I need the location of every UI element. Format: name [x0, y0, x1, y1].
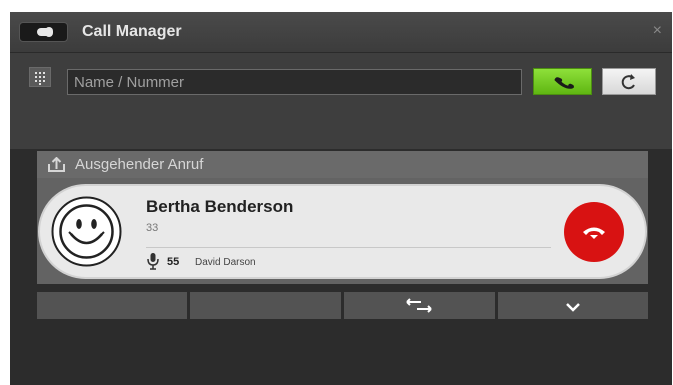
transfer-button[interactable]: [344, 292, 495, 319]
phone-call-icon: [554, 77, 575, 89]
toolbar-spacer: [10, 101, 672, 149]
chevron-down-icon: [566, 303, 580, 312]
window-title: Call Manager: [82, 23, 182, 40]
caller-number: 33: [146, 222, 159, 234]
transfer-icon: [406, 298, 432, 313]
search-bar: [10, 53, 672, 101]
search-input[interactable]: [67, 69, 522, 95]
title-bar: Call Manager ×: [10, 12, 672, 53]
more-options-button[interactable]: [498, 292, 648, 319]
microphone-icon: [147, 253, 159, 270]
outgoing-call-icon: [48, 157, 65, 172]
divider: [146, 247, 551, 248]
extension-name: David Darson: [195, 257, 256, 268]
caller-name: Bertha Benderson: [146, 197, 294, 216]
smiley-avatar: [51, 196, 122, 267]
panel-header: Ausgehender Anruf: [37, 151, 648, 178]
action-slot-2[interactable]: [190, 292, 341, 319]
toggle-icon[interactable]: [19, 22, 68, 42]
extension-number: 55: [167, 256, 180, 268]
action-slot-1[interactable]: [37, 292, 187, 319]
close-icon[interactable]: ×: [653, 22, 662, 40]
hang-up-icon: [583, 227, 605, 239]
hang-up-button[interactable]: [564, 202, 624, 262]
active-call-card[interactable]: Bertha Benderson 33 55 David Darson: [38, 184, 647, 279]
refresh-button[interactable]: [602, 68, 656, 95]
dialpad-icon[interactable]: [29, 67, 51, 87]
calls-area: Ausgehender Anruf Bertha Benderson 33 55…: [10, 149, 672, 385]
outgoing-call-panel: Ausgehender Anruf Bertha Benderson 33 55…: [37, 151, 648, 284]
call-button[interactable]: [533, 68, 592, 95]
panel-header-label: Ausgehender Anruf: [75, 156, 204, 173]
refresh-icon: [621, 74, 635, 90]
call-manager-window: Call Manager × Name / Nummer Ausgehender…: [10, 12, 672, 385]
call-actions-bar: [37, 292, 648, 319]
